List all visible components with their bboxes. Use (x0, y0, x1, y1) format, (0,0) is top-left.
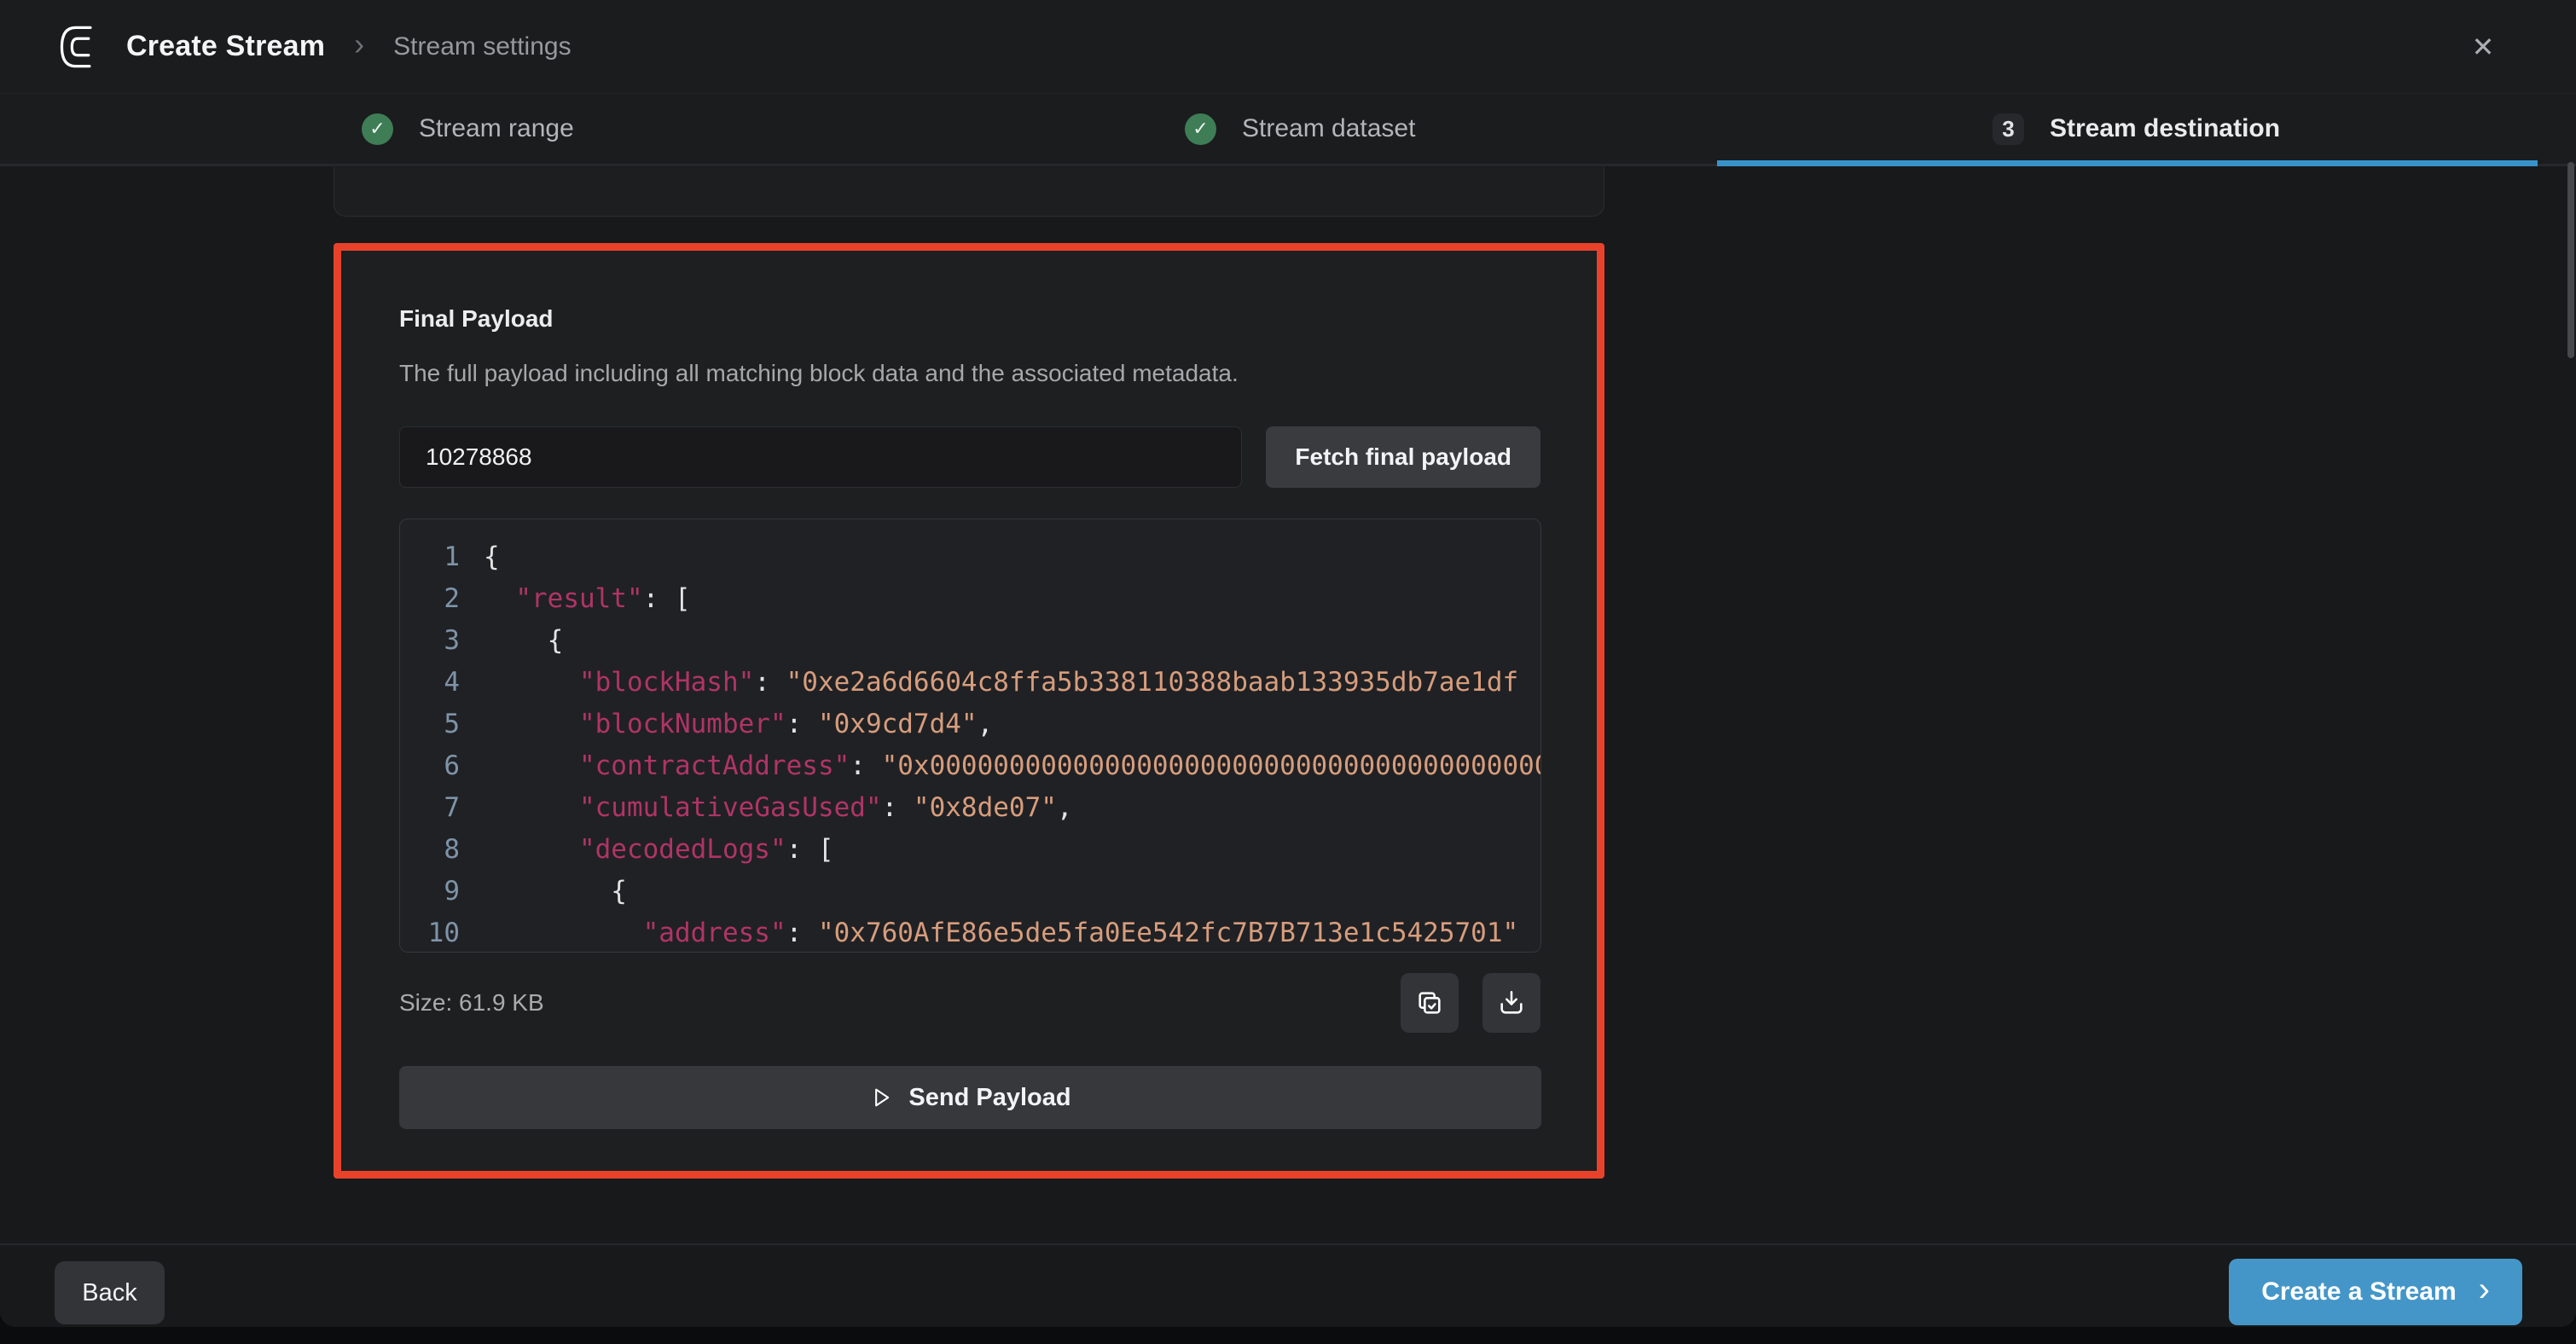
close-button[interactable]: ✕ (2462, 26, 2504, 68)
line-number: 8 (415, 829, 460, 871)
step-stream-range[interactable]: ✓ Stream range (362, 94, 574, 164)
code-line: 7 "cumulativeGasUsed": "0x8de07", (415, 787, 1540, 829)
code-line: 1{ (415, 536, 1540, 578)
chevron-right-icon: › (2479, 1271, 2490, 1309)
breadcrumb-chevron-icon: › (354, 26, 364, 62)
line-number: 7 (415, 787, 460, 829)
code-actions (1401, 973, 1540, 1033)
step-label: Stream dataset (1242, 114, 1415, 143)
line-number: 5 (415, 704, 460, 745)
send-payload-button[interactable]: Send Payload (399, 1066, 1541, 1129)
breadcrumb: Stream settings (393, 32, 571, 61)
payload-code-viewer[interactable]: 1{2 "result": [3 {4 "blockHash": "0xe2a6… (399, 518, 1541, 953)
copy-icon (1415, 988, 1444, 1017)
step-label: Stream range (419, 114, 574, 143)
check-icon: ✓ (362, 113, 393, 145)
modal-footer: Back Create a Stream › (0, 1243, 2576, 1327)
back-button[interactable]: Back (55, 1261, 165, 1324)
create-stream-label: Create a Stream (2261, 1277, 2456, 1306)
payload-size-label: Size: 61.9 KB (399, 989, 544, 1017)
line-number: 10 (415, 912, 460, 953)
code-line: 8 "decodedLogs": [ (415, 829, 1540, 871)
download-icon (1497, 988, 1526, 1017)
step-stream-dataset[interactable]: ✓ Stream dataset (1185, 94, 1415, 164)
line-number: 4 (415, 662, 460, 704)
final-payload-section: Final Payload The full payload including… (341, 251, 1597, 1171)
line-number: 6 (415, 745, 460, 787)
step-number-badge: 3 (1993, 113, 2024, 145)
stepper: ✓ Stream range ✓ Stream dataset 3 Stream… (0, 94, 2576, 166)
download-button[interactable] (1482, 973, 1540, 1033)
step-label: Stream destination (2050, 114, 2280, 143)
code-line: 3 { (415, 620, 1540, 662)
line-number: 1 (415, 536, 460, 578)
final-payload-highlight-frame: Final Payload The full payload including… (334, 243, 1604, 1179)
code-line: 4 "blockHash": "0xe2a6d6604c8ffa5b338110… (415, 662, 1540, 704)
code-line: 6 "contractAddress": "0x0000000000000000… (415, 745, 1540, 787)
play-icon (869, 1086, 893, 1109)
code-line: 9 { (415, 871, 1540, 912)
scrollbar-thumb[interactable] (2567, 162, 2574, 358)
modal-header: Create Stream › Stream settings ✕ (0, 0, 2576, 94)
block-number-input[interactable] (399, 426, 1242, 488)
code-line: 2 "result": [ (415, 578, 1540, 620)
size-row: Size: 61.9 KB (399, 973, 1540, 1033)
content-area: Final Payload The full payload including… (0, 169, 2576, 1243)
line-number: 9 (415, 871, 460, 912)
step-stream-destination[interactable]: 3 Stream destination (1993, 94, 2280, 164)
check-icon: ✓ (1185, 113, 1216, 145)
fetch-final-payload-button[interactable]: Fetch final payload (1266, 426, 1540, 488)
copy-button[interactable] (1401, 973, 1459, 1033)
code-line: 10 "address": "0x760AfE86e5de5fa0Ee542fc… (415, 912, 1540, 953)
section-description: The full payload including all matching … (399, 360, 1540, 387)
section-title: Final Payload (399, 305, 1540, 333)
create-stream-modal: Create Stream › Stream settings ✕ ✓ Stre… (0, 0, 2576, 1327)
page-title: Create Stream (126, 30, 325, 63)
line-number: 3 (415, 620, 460, 662)
code-line: 5 "blockNumber": "0x9cd7d4", (415, 704, 1540, 745)
quicknode-logo-icon (56, 24, 102, 70)
line-number: 2 (415, 578, 460, 620)
previous-card-partial (334, 167, 1604, 217)
send-payload-label: Send Payload (908, 1084, 1070, 1112)
create-stream-button[interactable]: Create a Stream › (2229, 1259, 2522, 1325)
fetch-row: Fetch final payload (399, 426, 1540, 488)
active-step-underline (1717, 160, 2538, 166)
